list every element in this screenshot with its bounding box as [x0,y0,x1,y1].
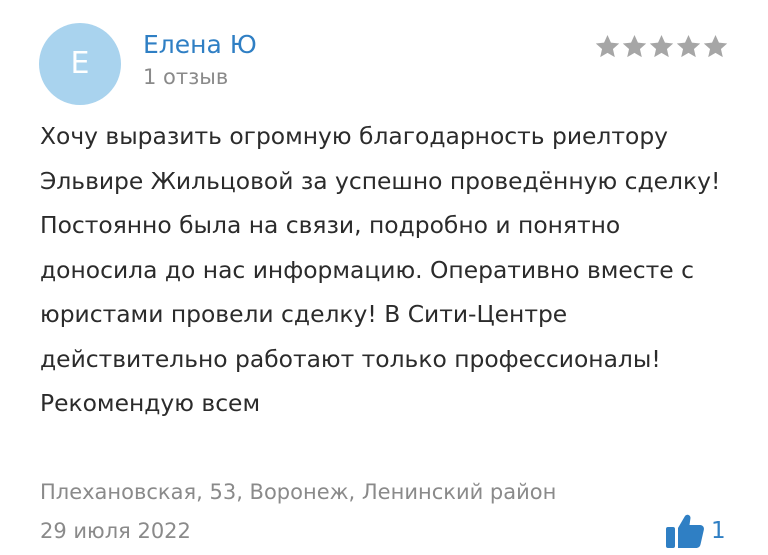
review-date: 29 июля 2022 [40,519,191,543]
avatar[interactable]: Е [39,23,121,105]
star-icon [649,34,674,57]
star-rating [594,26,729,66]
like-button[interactable]: 1 [665,511,726,551]
like-count: 1 [711,518,726,544]
author-name[interactable]: Елена Ю [143,27,257,63]
avatar-initial: Е [70,46,90,81]
star-icon [703,34,728,57]
review-count[interactable]: 1 отзыв [143,62,228,92]
star-icon [676,34,701,57]
star-icon [622,34,647,57]
review-text: Хочу выразить огромную благодарность рие… [40,122,721,417]
star-icon [595,34,620,57]
review-address: Плехановская, 53, Воронеж, Ленинский рай… [40,480,557,504]
thumbs-up-icon [666,514,704,548]
